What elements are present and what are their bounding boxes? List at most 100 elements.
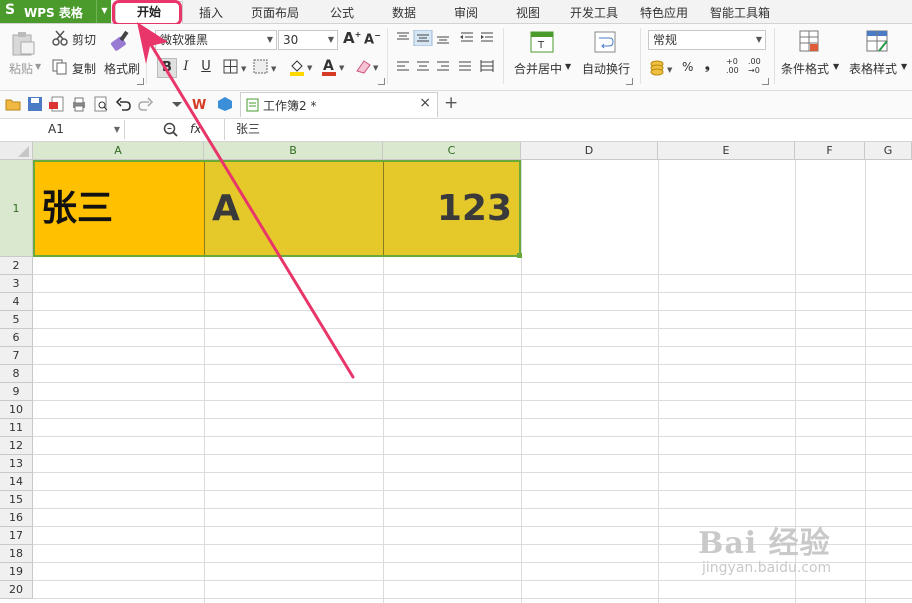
decrease-font-size-icon[interactable]: A− [364,31,381,47]
justify-icon[interactable] [459,61,471,71]
zoom-search-icon[interactable] [163,122,179,138]
comma-style-button[interactable]: ❟ [705,58,710,73]
align-bottom-icon[interactable] [437,36,449,44]
tab-data[interactable]: 数据 [392,4,416,21]
undo-icon[interactable] [116,96,132,112]
font-name-select[interactable]: 微软雅黑 ▼ [155,30,277,50]
document-tab[interactable]: 工作簿2 * × [240,92,438,117]
distributed-align-icon[interactable] [480,60,494,72]
italic-button[interactable]: I [177,58,195,76]
copy-button[interactable]: 复制 [72,60,96,77]
wrap-text-button[interactable]: 自动换行 [582,60,630,77]
tab-smart-toolbox[interactable]: 智能工具箱 [710,4,770,21]
tab-formulas[interactable]: 公式 [330,4,354,21]
number-launcher-icon[interactable] [762,78,769,85]
column-header-a[interactable]: A [33,142,204,160]
save-icon[interactable] [27,96,43,112]
align-top-icon[interactable] [397,32,409,40]
bold-button[interactable]: B [157,58,177,78]
merge-center-icon[interactable]: T [530,29,556,55]
insert-function-button[interactable]: fx [190,122,201,136]
tab-developer[interactable]: 开发工具 [570,4,618,21]
close-icon[interactable]: × [419,95,431,111]
row-header-12[interactable]: 12 [0,437,33,455]
clipboard-launcher-icon[interactable] [137,78,144,85]
format-painter-button[interactable]: 格式刷 [104,60,140,77]
align-left-icon[interactable] [397,61,409,71]
underline-button[interactable]: U [197,58,215,76]
indent-decrease-icon[interactable] [460,32,473,42]
indent-increase-icon[interactable] [481,32,493,42]
cell-pattern-icon[interactable]: ▼ [253,59,279,75]
percent-style-button[interactable]: % [682,60,693,74]
row-header-17[interactable]: 17 [0,527,33,545]
cloud-docs-icon[interactable] [217,96,233,112]
tab-page-layout[interactable]: 页面布局 [251,4,299,21]
print-preview-icon[interactable] [93,96,109,112]
row-header-2[interactable]: 2 [0,257,33,275]
conditional-format-icon[interactable] [798,29,824,55]
row-header-10[interactable]: 10 [0,401,33,419]
row-header-18[interactable]: 18 [0,545,33,563]
clear-format-icon[interactable]: ▼ [354,57,382,77]
column-header-g[interactable]: G [865,142,912,160]
open-folder-icon[interactable] [5,96,21,112]
row-header-8[interactable]: 8 [0,365,33,383]
row-header-9[interactable]: 9 [0,383,33,401]
formula-input[interactable]: 张三 [224,119,912,140]
table-style-button[interactable]: 表格样式 [849,60,897,77]
increase-font-size-icon[interactable]: A+ [343,29,361,47]
decrease-decimal-button[interactable]: .00 →0 [748,57,761,75]
row-header-20[interactable]: 20 [0,581,33,599]
redo-icon[interactable] [137,96,153,112]
name-box[interactable]: A1 ▼ [2,120,125,139]
table-style-icon[interactable] [865,29,891,55]
align-right-icon[interactable] [437,61,449,71]
font-size-select[interactable]: 30 ▼ [278,30,338,50]
row-header-4[interactable]: 4 [0,293,33,311]
chevron-down-icon[interactable]: ▼ [96,0,112,23]
new-tab-icon[interactable]: + [444,93,458,113]
currency-icon[interactable]: ▼ [649,59,679,77]
row-header-19[interactable]: 19 [0,563,33,581]
fill-handle[interactable] [517,253,522,258]
chevron-down-icon[interactable] [170,96,186,112]
tab-review[interactable]: 审阅 [454,4,478,21]
row-header-13[interactable]: 13 [0,455,33,473]
chevron-down-icon[interactable]: ▼ [901,62,907,71]
column-header-b[interactable]: B [204,142,383,160]
column-header-c[interactable]: C [383,142,521,160]
cut-button[interactable]: 剪切 [72,31,96,48]
tab-special[interactable]: 特色应用 [640,4,688,21]
row-header-3[interactable]: 3 [0,275,33,293]
tab-view[interactable]: 视图 [516,4,540,21]
column-header-f[interactable]: F [795,142,865,160]
row-header-6[interactable]: 6 [0,329,33,347]
number-format-select[interactable]: 常规 ▼ [648,30,766,50]
row-header-5[interactable]: 5 [0,311,33,329]
row-header-16[interactable]: 16 [0,509,33,527]
format-painter-icon[interactable] [110,29,136,53]
print-icon[interactable] [71,96,87,112]
font-launcher-icon[interactable] [378,78,385,85]
borders-icon[interactable]: ▼ [223,59,249,75]
scissors-icon[interactable] [52,30,68,46]
chevron-down-icon[interactable]: ▼ [833,62,839,71]
export-pdf-icon[interactable] [49,96,65,112]
font-color-icon[interactable]: A ▼ [320,57,348,77]
row-header-7[interactable]: 7 [0,347,33,365]
fill-color-icon[interactable]: ▼ [288,57,316,77]
chevron-down-icon[interactable]: ▼ [35,62,41,71]
select-all-corner[interactable] [0,142,33,160]
column-header-d[interactable]: D [521,142,658,160]
copy-icon[interactable] [52,59,68,75]
row-header-1[interactable]: 1 [0,160,33,257]
conditional-format-button[interactable]: 条件格式 [781,60,829,77]
wps-office-icon[interactable]: W [191,96,207,112]
align-center-icon[interactable] [417,61,429,71]
row-header-15[interactable]: 15 [0,491,33,509]
row-header-11[interactable]: 11 [0,419,33,437]
alignment-launcher-icon[interactable] [626,78,633,85]
column-header-e[interactable]: E [658,142,795,160]
increase-decimal-button[interactable]: +0.00 [726,57,739,75]
